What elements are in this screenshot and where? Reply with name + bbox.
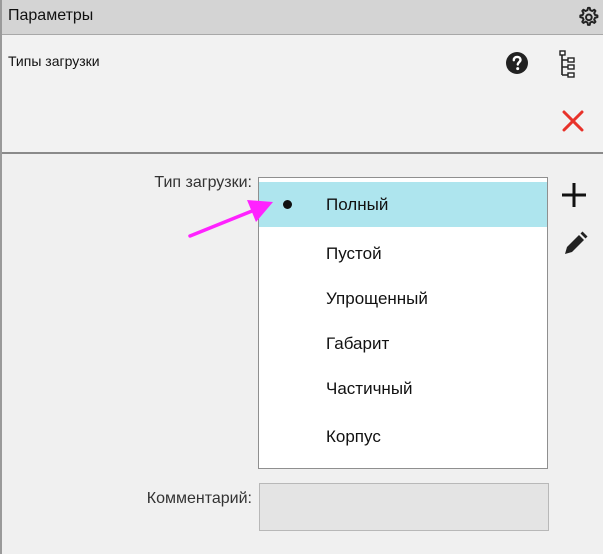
option-label: Габарит [326, 334, 390, 353]
comment-label: Комментарий: [146, 490, 252, 507]
list-item[interactable]: Полный [259, 182, 547, 227]
selected-bullet-icon [283, 200, 292, 209]
list-item[interactable]: Упрощенный [259, 276, 547, 321]
option-label: Корпус [326, 427, 381, 446]
list-item[interactable]: Пустой [259, 231, 547, 276]
option-label: Упрощенный [326, 289, 428, 308]
comment-field[interactable] [259, 483, 549, 531]
plus-icon[interactable] [560, 180, 588, 210]
pencil-icon[interactable] [562, 230, 588, 258]
close-icon[interactable] [560, 108, 586, 134]
gear-icon[interactable] [575, 4, 601, 30]
tree-icon[interactable] [558, 50, 580, 80]
option-label: Частичный [326, 379, 413, 398]
panel-subheader: Типы загрузки [2, 35, 603, 154]
parameters-panel: Параметры Типы загрузки Тип загрузки: По… [0, 0, 603, 554]
load-type-label: Тип загрузки: [154, 174, 252, 191]
help-icon[interactable] [505, 51, 529, 75]
list-item[interactable]: Частичный [259, 366, 547, 411]
list-item[interactable]: Корпус [259, 414, 547, 459]
option-label: Полный [326, 195, 389, 214]
list-item[interactable]: Габарит [259, 321, 547, 366]
load-type-listbox[interactable]: Полный Пустой Упрощенный Габарит Частичн… [258, 177, 548, 469]
panel-title: Параметры [8, 7, 94, 24]
subheader-label: Типы загрузки [8, 53, 100, 69]
option-label: Пустой [326, 244, 382, 263]
panel-titlebar: Параметры [2, 0, 603, 35]
